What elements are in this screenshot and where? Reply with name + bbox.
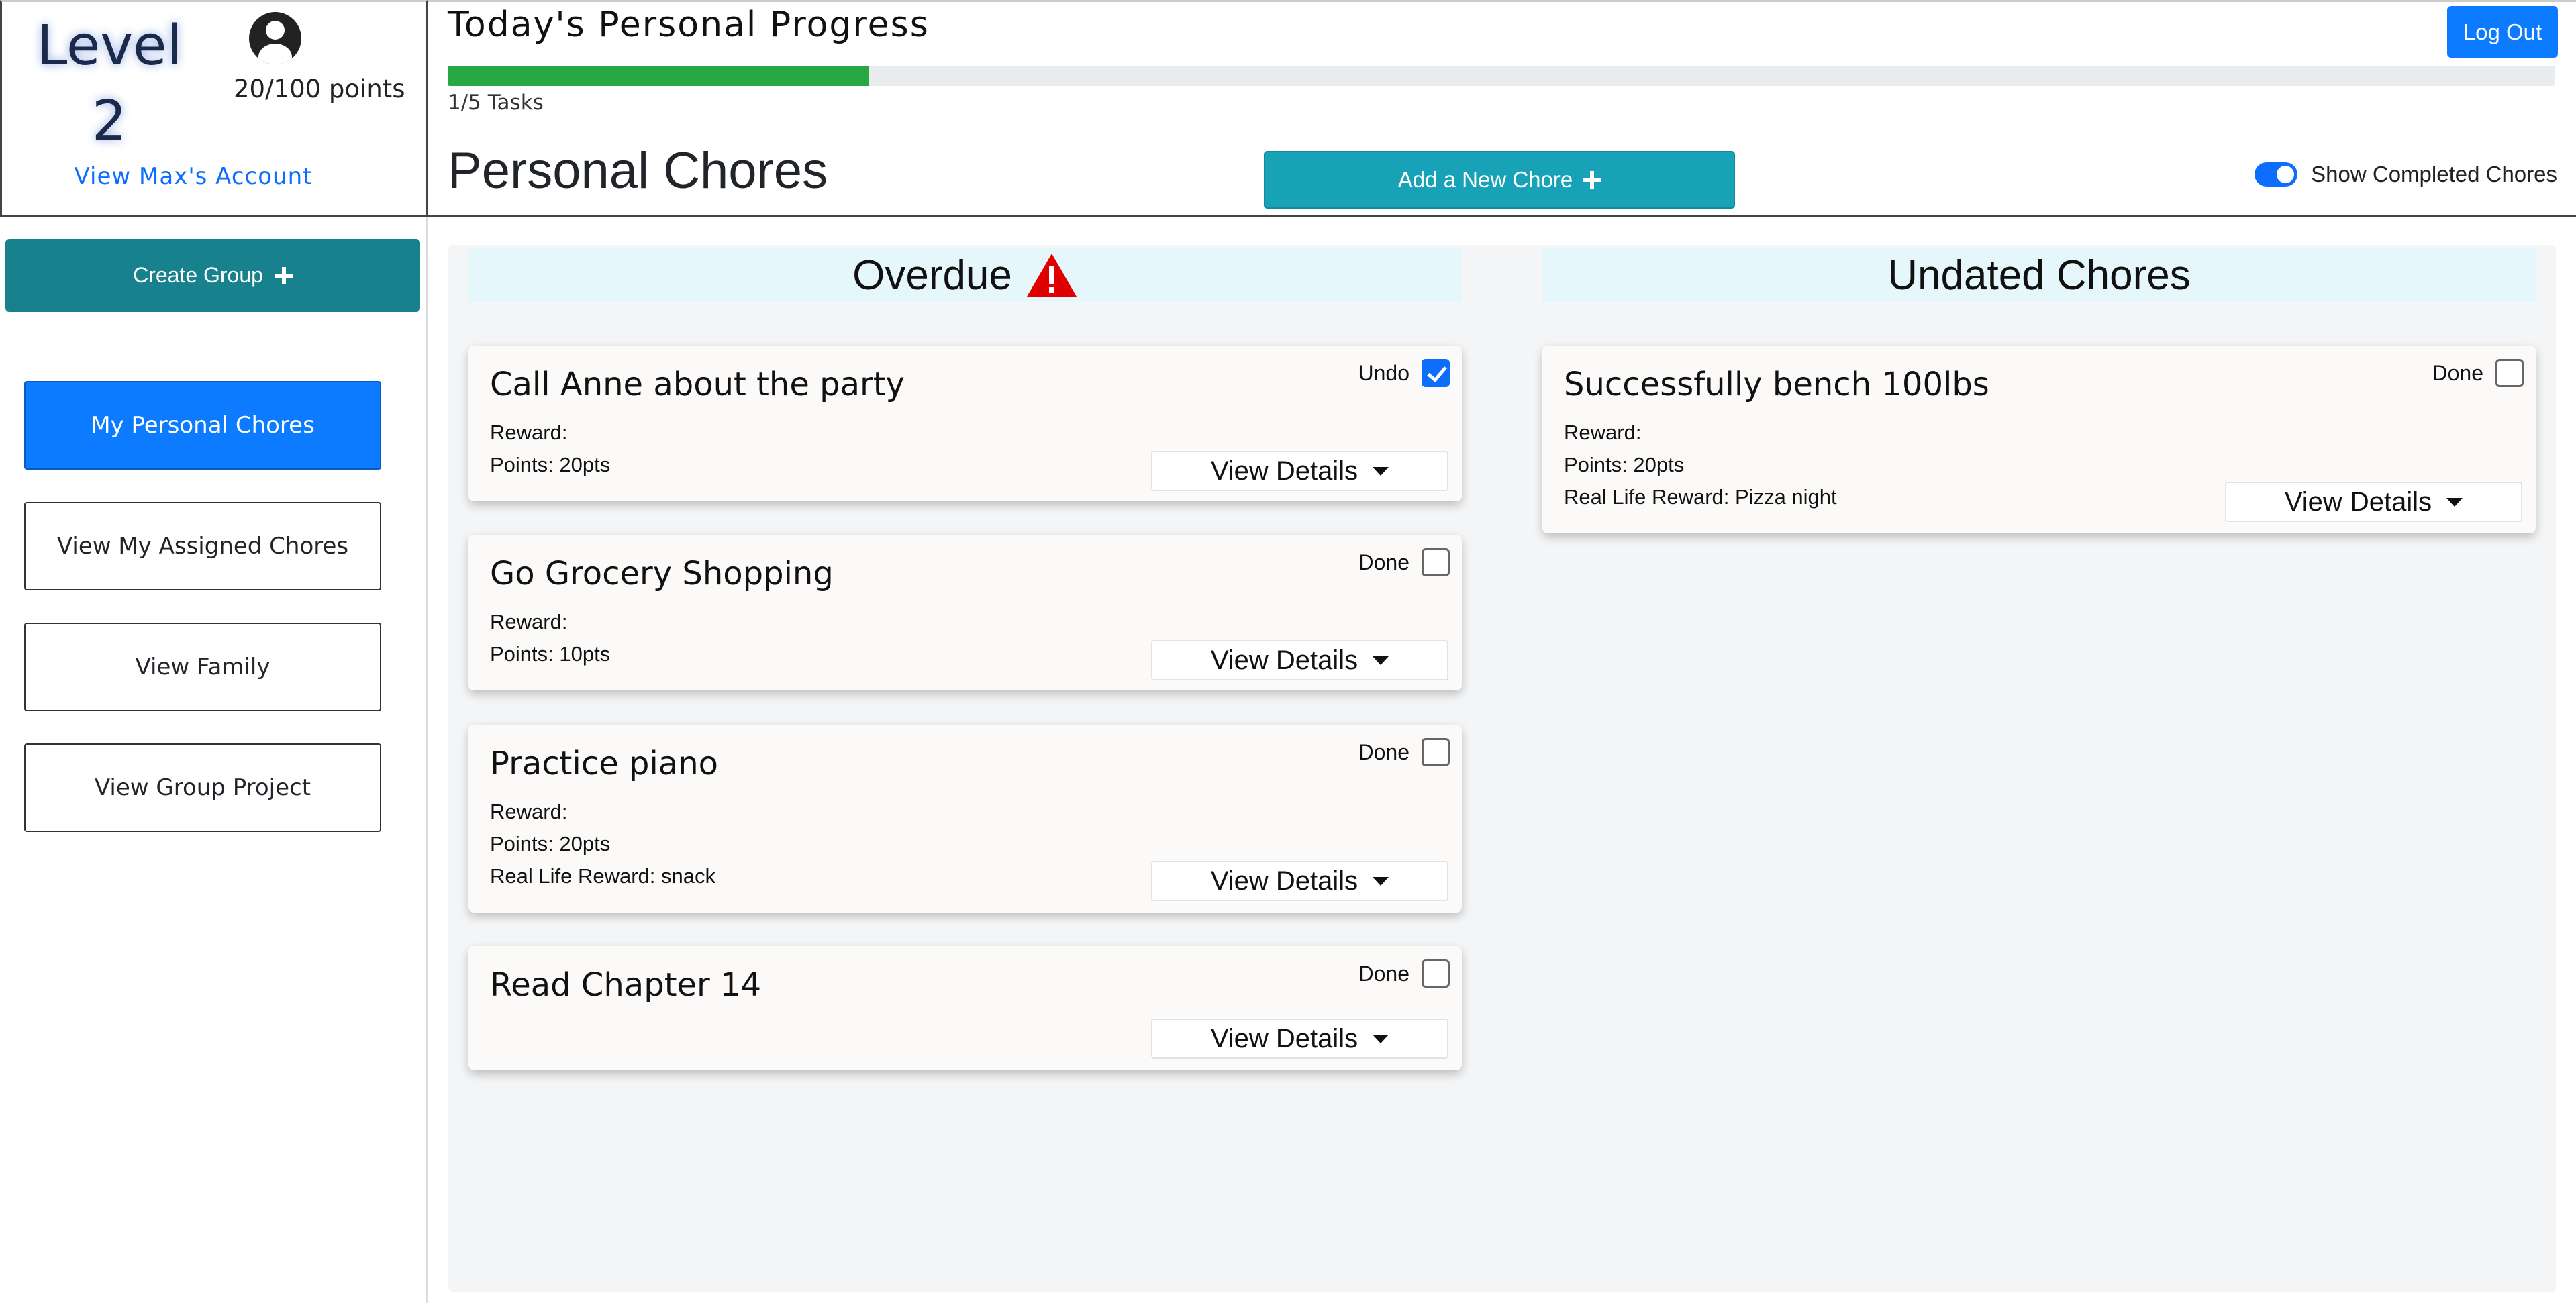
sidebar-item-label: View My Assigned Chores xyxy=(56,533,349,560)
view-details-label: View Details xyxy=(1210,866,1358,896)
view-details-label: View Details xyxy=(1210,456,1358,486)
plus-icon xyxy=(275,266,293,284)
tasks-count: 1/5 Tasks xyxy=(448,91,544,115)
undo-label: Undo xyxy=(1358,360,1410,385)
level-value: 2 xyxy=(91,89,128,153)
real-life-reward-label: Real Life Reward: snack xyxy=(490,864,715,888)
progress-title: Today's Personal Progress xyxy=(448,5,930,45)
chore-complete-checkbox[interactable] xyxy=(1422,359,1450,387)
chore-title: Read Chapter 14 xyxy=(490,966,762,1004)
show-completed-toggle[interactable] xyxy=(2255,162,2298,187)
create-group-label: Create Group xyxy=(133,263,263,287)
view-account-link[interactable]: View Max's Account xyxy=(2,163,385,190)
chore-complete-checkbox[interactable] xyxy=(1422,738,1450,766)
user-panel: Level 2 20/100 points View Max's Account xyxy=(0,0,428,217)
sidebar-item-label: My Personal Chores xyxy=(91,412,315,439)
points-label: Points: 20pts xyxy=(490,832,611,855)
level-display: Level 2 xyxy=(22,9,197,159)
undated-column-header: Undated Chores xyxy=(1542,248,2536,302)
sidebar-item-family[interactable]: View Family xyxy=(24,623,381,711)
progress-bar xyxy=(448,66,2555,86)
caret-down-icon xyxy=(1373,1034,1389,1043)
caret-down-icon xyxy=(1373,656,1389,665)
reward-label: Reward: xyxy=(490,610,568,633)
chore-status: Done xyxy=(2432,359,2524,387)
points-label: Points: 20pts xyxy=(1564,453,1685,476)
view-details-button[interactable]: View Details xyxy=(1151,451,1448,491)
view-details-label: View Details xyxy=(2284,486,2432,517)
chores-board: Overdue Undated Chores Call Anne about t… xyxy=(448,245,2556,1292)
overdue-column-header: Overdue xyxy=(468,248,1462,302)
sidebar-item-assigned-chores[interactable]: View My Assigned Chores xyxy=(24,502,381,590)
page-title: Personal Chores xyxy=(448,142,828,199)
create-group-button[interactable]: Create Group xyxy=(5,239,420,312)
chore-title: Practice piano xyxy=(490,745,718,782)
view-details-button[interactable]: View Details xyxy=(2225,482,2522,522)
overdue-title: Overdue xyxy=(852,252,1012,299)
chore-title: Successfully bench 100lbs xyxy=(1564,366,1989,403)
chore-title: Go Grocery Shopping xyxy=(490,555,834,592)
sidebar-item-my-personal-chores[interactable]: My Personal Chores xyxy=(24,381,381,470)
chore-status: Done xyxy=(1358,548,1450,576)
chore-status: Done xyxy=(1358,738,1450,766)
reward-label: Reward: xyxy=(490,421,568,444)
done-label: Done xyxy=(2432,360,2484,385)
plus-icon xyxy=(1583,171,1601,189)
chore-complete-checkbox[interactable] xyxy=(1422,959,1450,988)
chore-complete-checkbox[interactable] xyxy=(1422,548,1450,576)
sidebar: Create Group My Personal Chores View My … xyxy=(0,217,428,1303)
undated-title: Undated Chores xyxy=(1887,252,2191,299)
user-avatar-icon[interactable] xyxy=(249,12,301,64)
add-chore-label: Add a New Chore xyxy=(1397,167,1573,192)
chore-card: Call Anne about the party Undo Reward: P… xyxy=(468,346,1462,501)
view-details-label: View Details xyxy=(1210,645,1358,675)
chore-card: Successfully bench 100lbs Done Reward: P… xyxy=(1542,346,2536,533)
view-details-button[interactable]: View Details xyxy=(1151,861,1448,901)
chore-card: Practice piano Done Reward: Points: 20pt… xyxy=(468,725,1462,913)
reward-label: Reward: xyxy=(1564,421,1642,444)
logout-button[interactable]: Log Out xyxy=(2447,6,2558,58)
real-life-reward-label: Real Life Reward: Pizza night xyxy=(1564,485,1837,509)
caret-down-icon xyxy=(1373,876,1389,886)
sidebar-item-group-project[interactable]: View Group Project xyxy=(24,743,381,832)
points-display: 20/100 points xyxy=(234,74,405,103)
show-completed-label: Show Completed Chores xyxy=(2311,162,2557,187)
chore-complete-checkbox[interactable] xyxy=(2495,359,2524,387)
caret-down-icon xyxy=(1373,466,1389,476)
caret-down-icon xyxy=(2446,497,2463,507)
add-chore-button[interactable]: Add a New Chore xyxy=(1264,151,1735,209)
progress-bar-fill xyxy=(448,66,869,86)
chore-title: Call Anne about the party xyxy=(490,366,905,403)
points-label: Points: 10pts xyxy=(490,642,611,666)
sidebar-item-label: View Family xyxy=(135,654,270,680)
level-label: Level xyxy=(36,14,183,78)
view-details-button[interactable]: View Details xyxy=(1151,640,1448,680)
header: Today's Personal Progress Log Out 1/5 Ta… xyxy=(428,0,2576,217)
show-completed-toggle-group: Show Completed Chores xyxy=(2255,162,2557,187)
view-details-button[interactable]: View Details xyxy=(1151,1019,1448,1059)
points-label: Points: 20pts xyxy=(490,453,611,476)
reward-label: Reward: xyxy=(490,800,568,823)
view-details-label: View Details xyxy=(1210,1023,1358,1053)
chore-card: Go Grocery Shopping Done Reward: Points:… xyxy=(468,535,1462,690)
chore-status: Done xyxy=(1358,959,1450,988)
done-label: Done xyxy=(1358,550,1410,574)
done-label: Done xyxy=(1358,739,1410,764)
done-label: Done xyxy=(1358,961,1410,986)
sidebar-item-label: View Group Project xyxy=(94,774,311,801)
warning-icon xyxy=(1026,254,1077,297)
chore-card: Read Chapter 14 Done View Details xyxy=(468,946,1462,1070)
chore-status: Undo xyxy=(1358,359,1450,387)
